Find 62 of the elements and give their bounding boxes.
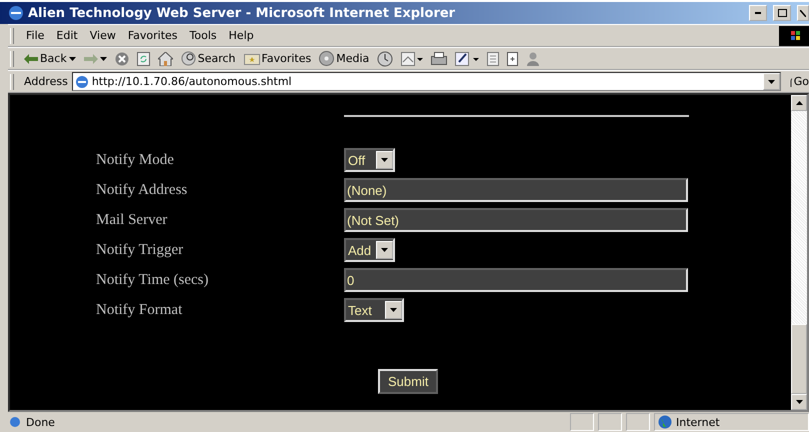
dropdown-arrow-icon: [768, 80, 775, 84]
person-icon: [526, 52, 540, 66]
minimize-button[interactable]: [749, 5, 767, 21]
close-icon: [800, 10, 806, 16]
film-reel-icon: [319, 51, 334, 66]
toolbar-button[interactable]: Media: [315, 51, 374, 66]
search-icon: [180, 51, 196, 66]
scroll-up-icon: [796, 101, 802, 105]
printer-icon: [431, 52, 448, 65]
address-field[interactable]: http://10.1.70.86/autonomous.shtml: [72, 72, 781, 91]
minimize-icon: [755, 12, 761, 14]
refresh-icon: [136, 52, 150, 66]
dropdown-button[interactable]: [763, 73, 780, 90]
field-label: Notify Trigger: [96, 242, 184, 258]
input-field[interactable]: (Not Set): [344, 208, 688, 232]
stop-icon: [114, 52, 129, 66]
toolbar-button[interactable]: Favorites: [240, 52, 316, 65]
input-field[interactable]: (None): [344, 178, 688, 202]
scroll-thumb[interactable]: [791, 324, 807, 394]
input-field[interactable]: 0: [344, 268, 688, 292]
field-label: Notify Format: [96, 302, 184, 318]
go-button[interactable]: Go: [781, 75, 809, 88]
clock-icon: [377, 50, 394, 66]
address-label: Address: [23, 75, 69, 88]
home-icon: [158, 52, 173, 66]
browser-logo-icon: [8, 5, 24, 21]
select-field[interactable]: Add: [344, 238, 395, 262]
status-text: Done: [26, 416, 56, 428]
menu-item[interactable]: Favorites: [122, 29, 184, 42]
dropdown-arrow-icon: [100, 56, 107, 60]
select-field[interactable]: Off: [344, 148, 395, 172]
field-label: Notify Mode: [96, 152, 175, 168]
scroll-down-icon: [796, 400, 802, 404]
scrollbar[interactable]: [791, 95, 807, 410]
select-field[interactable]: Text: [344, 298, 404, 322]
back-arrow-icon: [24, 54, 38, 64]
forward-arrow-icon: [84, 54, 98, 64]
dropdown-arrow-icon: [68, 56, 76, 60]
window-title: Alien Technology Web Server - Microsoft Internet Explorer: [28, 6, 456, 20]
maximize-button[interactable]: [773, 5, 791, 21]
status-pane: [598, 413, 622, 431]
toolbar-button[interactable]: Back: [20, 52, 80, 65]
document-icon: [507, 52, 518, 66]
toolbar-button[interactable]: Search: [176, 51, 240, 66]
menu-item[interactable]: Help: [222, 29, 260, 42]
windows-flag-icon: [779, 26, 809, 46]
submit-button[interactable]: Submit: [378, 369, 438, 394]
close-button[interactable]: [797, 5, 809, 21]
envelope-icon: [401, 52, 424, 66]
field-label: Notify Address: [96, 182, 188, 198]
menu-item[interactable]: Edit: [50, 29, 84, 42]
menu-item[interactable]: File: [20, 29, 50, 42]
menu-item[interactable]: View: [84, 29, 122, 42]
globe-icon: [658, 415, 672, 429]
zone-panel: Internet: [654, 413, 809, 431]
status-pane: [626, 413, 650, 431]
field-label: Notify Time (secs): [96, 272, 210, 288]
menu-item[interactable]: Tools: [184, 29, 223, 42]
status-pane: [570, 413, 594, 431]
edit-page-icon: [455, 52, 480, 66]
maximize-icon: [778, 9, 786, 17]
field-label: Mail Server: [96, 212, 168, 228]
